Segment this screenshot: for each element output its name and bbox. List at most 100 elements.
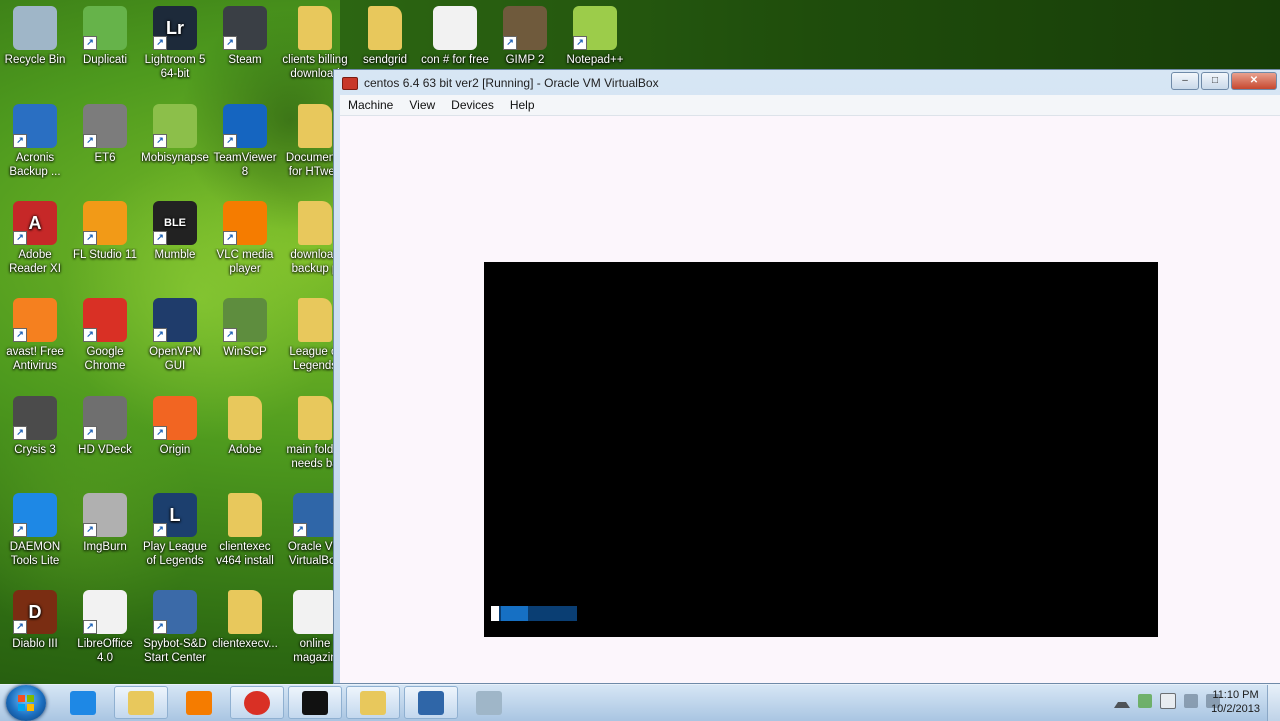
desktop-icon[interactable]: A ↗ Adobe Reader XI <box>0 201 70 276</box>
action-center-icon[interactable] <box>1160 693 1176 709</box>
desktop-icon[interactable]: ↗ LibreOffice 4.0 <box>70 590 140 665</box>
desktop-icon[interactable]: ↗ TeamViewer 8 <box>210 104 280 179</box>
shortcut-arrow-icon: ↗ <box>83 36 97 50</box>
taskbar-calculator[interactable] <box>462 686 516 719</box>
avast-icon: ↗ <box>13 298 57 342</box>
taskbar-cmd[interactable] <box>288 686 342 719</box>
desktop-icon[interactable]: clientexec v464 install <box>210 493 280 568</box>
taskbar-folder[interactable] <box>346 686 400 719</box>
desktop-icon[interactable]: ↗ DAEMON Tools Lite <box>0 493 70 568</box>
desktop-icon-label: HD VDeck <box>78 444 132 456</box>
shortcut-arrow-icon: ↗ <box>153 620 167 634</box>
shortcut-arrow-icon: ↗ <box>153 36 167 50</box>
shortcut-arrow-icon: ↗ <box>83 426 97 440</box>
desktop-icon-label: ET6 <box>94 152 116 164</box>
taskbar-ie[interactable] <box>56 686 110 719</box>
taskbar-media-player[interactable] <box>172 686 226 719</box>
folder-icon <box>228 493 262 537</box>
desktop-icon[interactable]: ↗ GIMP 2 <box>490 6 560 67</box>
desktop-icon[interactable]: con # for free <box>420 6 490 67</box>
boot-progress-fill <box>501 606 528 621</box>
desktop-icon[interactable]: ↗ VLC media player <box>210 201 280 276</box>
desktop-icon-label: clientexec v464 install <box>216 541 274 567</box>
taskbar-virtualbox[interactable] <box>404 686 458 719</box>
desktop-icon[interactable]: ↗ Acronis Backup ... <box>0 104 70 179</box>
desktop-icon[interactable]: ↗ HD VDeck <box>70 396 140 457</box>
desktop-icon-label: GIMP 2 <box>505 54 545 66</box>
window-title-bar[interactable]: centos 6.4 63 bit ver2 [Running] - Oracl… <box>342 74 659 92</box>
start-button[interactable] <box>6 685 46 721</box>
show-desktop-button[interactable] <box>1267 685 1280 721</box>
vm-screen[interactable] <box>484 262 1158 637</box>
desktop-icon[interactable]: sendgrid <box>350 6 420 67</box>
desktop-icon[interactable]: ↗ Notepad++ <box>560 6 630 67</box>
acronis-icon: ↗ <box>13 104 57 148</box>
network-icon[interactable] <box>1184 694 1198 708</box>
desktop-icon[interactable]: ↗ ET6 <box>70 104 140 165</box>
desktop-icon[interactable]: ↗ OpenVPN GUI <box>140 298 210 373</box>
taskbar-chrome[interactable] <box>230 686 284 719</box>
shortcut-arrow-icon: ↗ <box>13 231 27 245</box>
desktop-icon[interactable]: ↗ ImgBurn <box>70 493 140 554</box>
desktop-icon[interactable]: BLE ↗ Mumble <box>140 201 210 262</box>
imgburn-icon: ↗ <box>83 493 127 537</box>
daemon-tools-icon: ↗ <box>13 493 57 537</box>
desktop-icon[interactable]: ↗ avast! Free Antivirus <box>0 298 70 373</box>
shortcut-arrow-icon: ↗ <box>83 134 97 148</box>
text-cursor <box>491 606 499 621</box>
close-button[interactable]: ✕ <box>1231 72 1277 90</box>
desktop-icon-label: Crysis 3 <box>14 444 56 456</box>
minimize-button[interactable]: ‒ <box>1171 72 1199 90</box>
desktop-icon[interactable]: ↗ Google Chrome <box>70 298 140 373</box>
virtualbox-window[interactable]: centos 6.4 63 bit ver2 [Running] - Oracl… <box>333 69 1280 684</box>
taskbar-explorer[interactable] <box>114 686 168 719</box>
desktop-icon-label: Acronis Backup ... <box>9 152 61 178</box>
folder-icon <box>228 396 262 440</box>
desktop-icon[interactable]: ↗ Crysis 3 <box>0 396 70 457</box>
menu-help[interactable]: Help <box>502 98 543 112</box>
openvpn-icon: ↗ <box>153 298 197 342</box>
desktop-icon[interactable]: ↗ Origin <box>140 396 210 457</box>
shortcut-arrow-icon: ↗ <box>13 134 27 148</box>
desktop-icon[interactable]: Lr ↗ Lightroom 5 64-bit <box>140 6 210 81</box>
desktop-icon-label: Lightroom 5 64-bit <box>144 54 206 80</box>
menu-view[interactable]: View <box>401 98 443 112</box>
desktop-icon[interactable]: D ↗ Diablo III <box>0 590 70 651</box>
desktop-icon-label: TeamViewer 8 <box>213 152 277 178</box>
show-hidden-icons-icon[interactable] <box>1114 694 1130 708</box>
tray-app-icon[interactable] <box>1138 694 1152 708</box>
desktop-icon-label: VLC media player <box>216 249 274 275</box>
internet-explorer-icon <box>70 690 96 715</box>
diablo-icon: D ↗ <box>13 590 57 634</box>
desktop-icon[interactable]: ↗ Spybot-S&D Start Center <box>140 590 210 665</box>
desktop-icon-label: Recycle Bin <box>4 54 66 66</box>
desktop-icon[interactable]: clientexecv... <box>210 590 280 651</box>
clock-date: 10/2/2013 <box>1211 703 1260 715</box>
maximize-button[interactable]: □ <box>1201 72 1229 90</box>
desktop-icon-label: Notepad++ <box>566 54 624 66</box>
vm-display-area[interactable] <box>340 116 1280 683</box>
desktop-icon[interactable]: ↗ Steam <box>210 6 280 67</box>
desktop-icon[interactable]: ↗ FL Studio 11 <box>70 201 140 262</box>
menu-devices[interactable]: Devices <box>443 98 502 112</box>
folder-icon <box>298 6 332 50</box>
desktop-icon[interactable]: ↗ Duplicati <box>70 6 140 67</box>
steam-icon: ↗ <box>223 6 267 50</box>
desktop-icon[interactable]: ↗ Mobisynapse <box>140 104 210 165</box>
vlc-icon: ↗ <box>223 201 267 245</box>
hd-vdeck-icon: ↗ <box>83 396 127 440</box>
desktop-icon[interactable]: Adobe <box>210 396 280 457</box>
media-player-icon <box>186 690 212 715</box>
shortcut-arrow-icon: ↗ <box>153 523 167 537</box>
taskbar: 11:10 PM 10/2/2013 <box>0 684 1280 721</box>
desktop-icon[interactable]: L ↗ Play League of Legends <box>140 493 210 568</box>
desktop-icon[interactable]: Recycle Bin <box>0 6 70 67</box>
folder-icon <box>360 690 386 715</box>
window-title: centos 6.4 63 bit ver2 [Running] - Oracl… <box>364 76 659 90</box>
menu-machine[interactable]: Machine <box>340 98 401 112</box>
desktop-icon-label: Mobisynapse <box>141 152 209 164</box>
desktop-icon[interactable]: ↗ WinSCP <box>210 298 280 359</box>
et6-icon: ↗ <box>83 104 127 148</box>
clock[interactable]: 11:10 PM 10/2/2013 <box>1211 688 1260 716</box>
virtualbox-icon <box>418 690 444 715</box>
